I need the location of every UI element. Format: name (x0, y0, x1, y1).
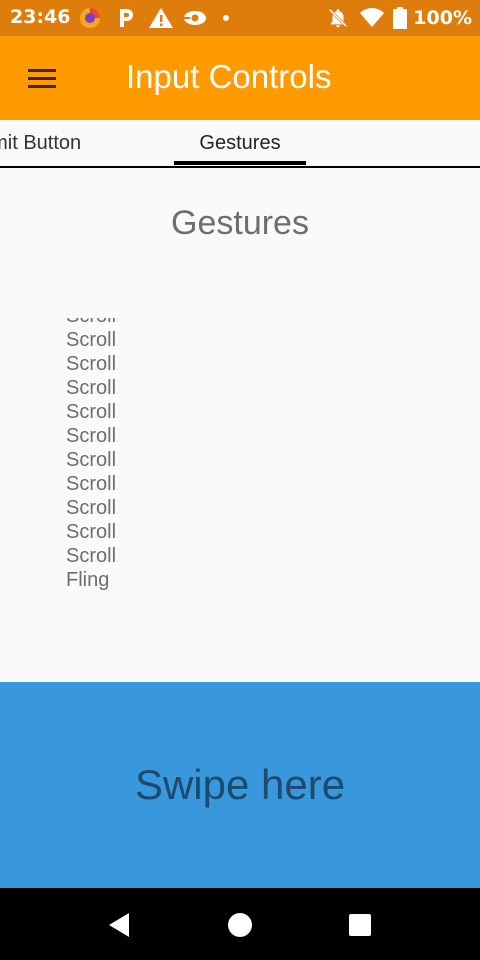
tab-submit-button[interactable]: omit Button (0, 120, 120, 166)
log-entry: Scroll (66, 401, 117, 423)
app-title: Input Controls (126, 58, 332, 95)
page-title: Gestures (171, 204, 309, 242)
dot-icon (223, 15, 229, 21)
status-notification-icons (78, 6, 234, 30)
notifications-off-icon (329, 8, 348, 28)
tab-selected-indicator (174, 161, 306, 165)
log-entry: Scroll (66, 329, 117, 351)
log-entry: Scroll (66, 473, 117, 495)
tab-label: omit Button (0, 131, 82, 154)
pocket-icon (120, 9, 133, 27)
hamburger-menu-icon[interactable] (18, 58, 66, 98)
log-entry: Scroll (66, 318, 116, 328)
home-icon[interactable] (225, 910, 255, 940)
app-bar: Input Controls (0, 36, 480, 120)
status-bar: 23:46 100% (0, 0, 480, 36)
log-entry: Scroll (66, 377, 117, 399)
log-entry: Scroll (66, 521, 117, 543)
back-icon[interactable] (105, 910, 135, 940)
tab-bar: omit Button Gestures (0, 120, 480, 168)
nav-app-icon (184, 11, 206, 25)
battery-icon (393, 7, 408, 29)
status-system-icons: 100% (327, 6, 472, 30)
tab-label: Gestures (199, 131, 281, 154)
swipe-label: Swipe here (134, 761, 346, 808)
tab-gestures[interactable]: Gestures (174, 120, 306, 166)
system-nav-bar (0, 888, 480, 960)
warning-icon (149, 8, 173, 28)
log-entry: Scroll (66, 449, 117, 471)
gesture-log-list: Scroll Scroll Scroll Scroll Scroll Scrol… (66, 318, 116, 592)
recents-icon[interactable] (345, 910, 375, 940)
status-time: 23:46 (10, 6, 71, 28)
log-entry: Scroll (66, 545, 117, 567)
battery-percentage: 100% (413, 7, 472, 29)
swipe-area[interactable]: Swipe here (0, 682, 480, 888)
log-entry: Scroll (66, 425, 117, 447)
log-entry: Scroll (66, 353, 117, 375)
gesture-log[interactable]: Scroll Scroll Scroll Scroll Scroll Scrol… (66, 318, 266, 594)
log-entry: Scroll (66, 497, 117, 519)
wifi-icon (360, 8, 385, 27)
log-entry: Fling (66, 569, 110, 591)
firefox-icon (80, 8, 100, 28)
